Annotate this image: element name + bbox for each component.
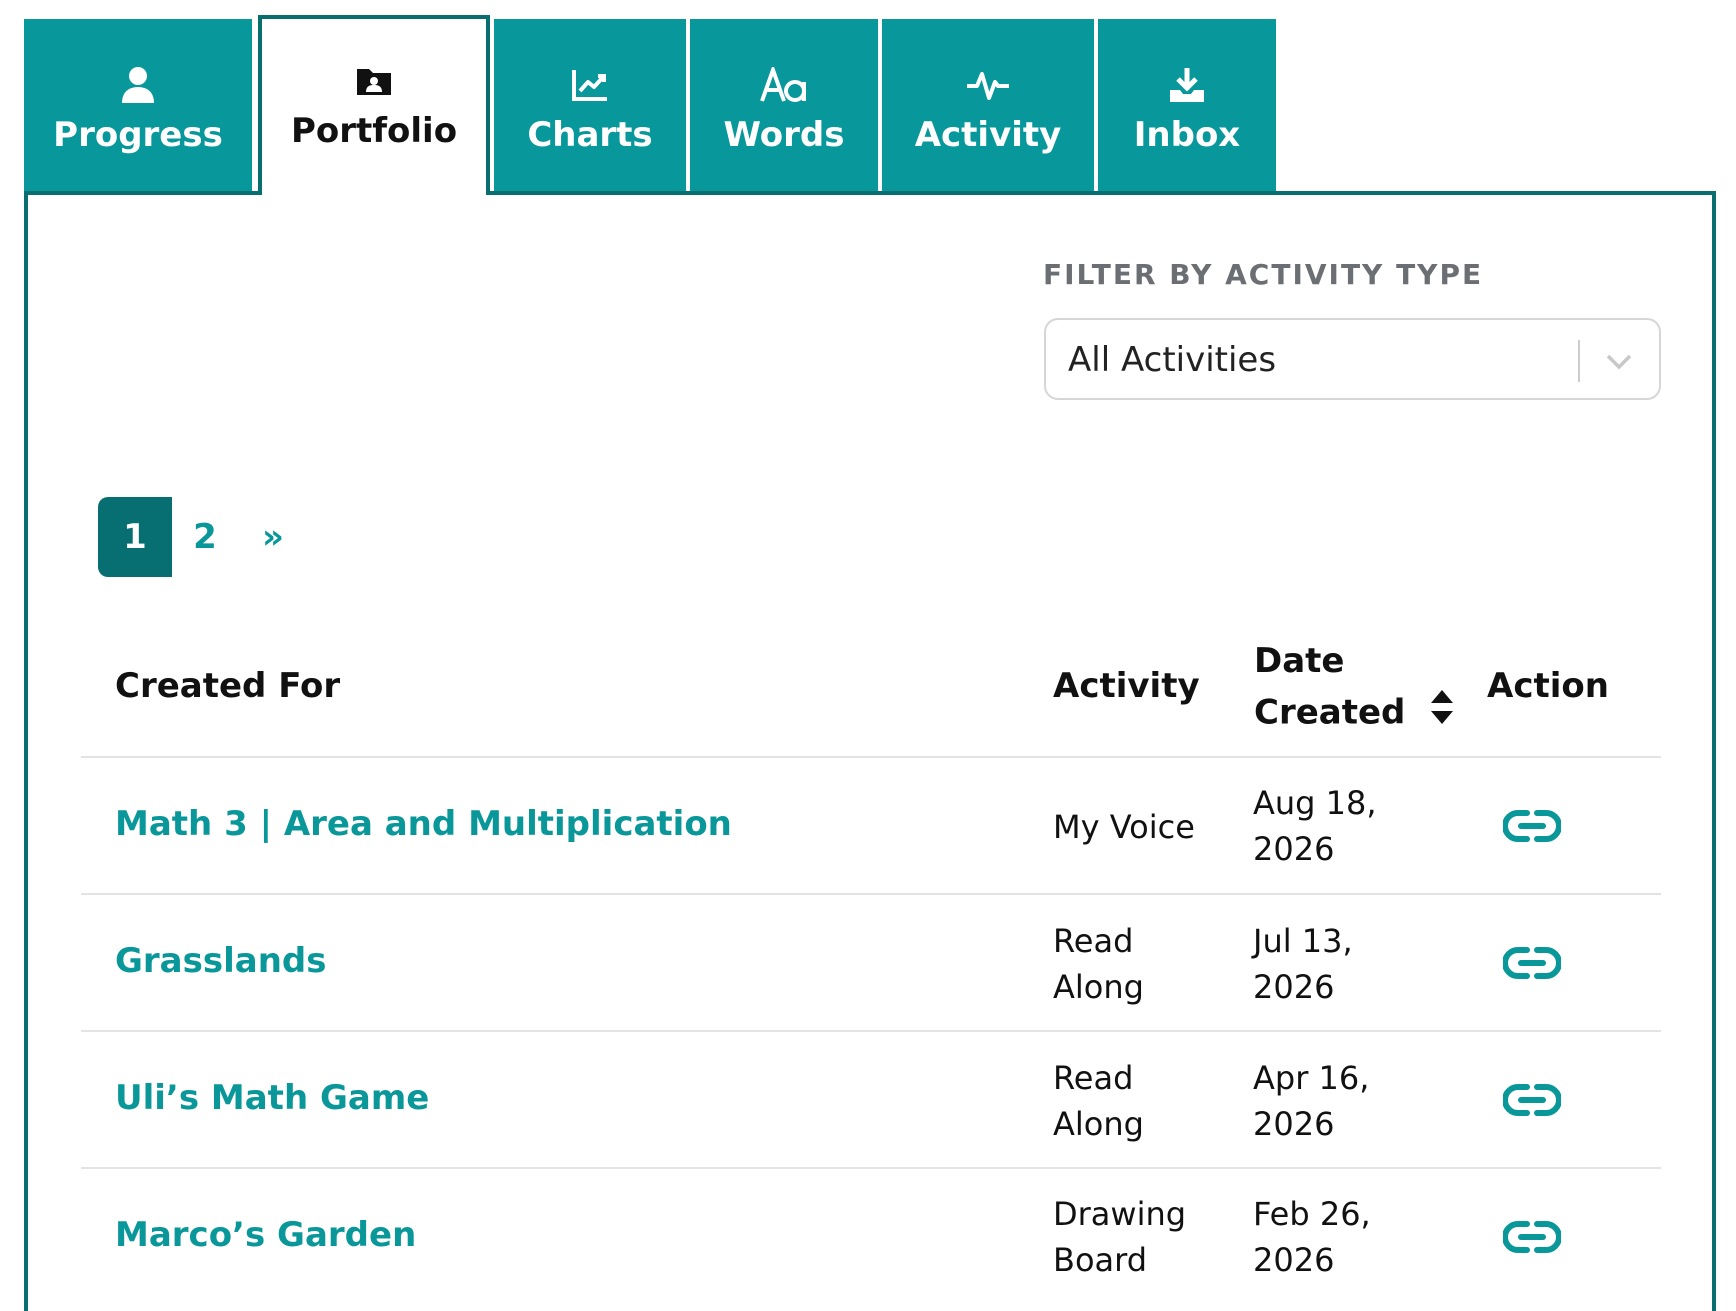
header-date-created[interactable]: Date Created xyxy=(1254,636,1455,742)
row-4-activity: Drawing Board xyxy=(1053,1191,1186,1283)
sort-icon xyxy=(1429,686,1455,742)
row-2-activity-line1: Read xyxy=(1053,922,1134,960)
row-1-activity: My Voice xyxy=(1053,808,1195,846)
row-3-activity-line2: Along xyxy=(1053,1105,1144,1143)
row-3-link-icon[interactable] xyxy=(1502,1082,1562,1122)
row-4-activity-line2: Board xyxy=(1053,1241,1148,1279)
row-4-activity-line1: Drawing xyxy=(1053,1195,1187,1233)
row-1-link-icon[interactable] xyxy=(1502,808,1562,848)
row-2-activity: Read Along xyxy=(1053,918,1144,1010)
tab-label: Charts xyxy=(527,115,653,155)
row-1-date-line1: Aug 18, xyxy=(1253,784,1377,822)
row-3-created-for-link[interactable]: Uli’s Math Game xyxy=(115,1078,429,1118)
folder-user-icon xyxy=(355,61,393,101)
header-date-line2-wrap: Created xyxy=(1254,686,1455,742)
header-divider xyxy=(81,756,1661,758)
page-1[interactable]: 1 xyxy=(98,497,172,577)
row-4-date: Feb 26, 2026 xyxy=(1253,1191,1371,1283)
row-4-link-icon[interactable] xyxy=(1502,1219,1562,1259)
header-date-line2: Created xyxy=(1254,692,1406,733)
row-4-date-line1: Feb 26, xyxy=(1253,1195,1371,1233)
header-date-line1: Date xyxy=(1254,641,1345,681)
row-divider xyxy=(81,1030,1661,1032)
tab-activity[interactable]: Activity xyxy=(882,19,1094,195)
row-2-link-icon[interactable] xyxy=(1502,945,1562,985)
header-activity: Activity xyxy=(1053,666,1200,706)
tab-portfolio[interactable]: Portfolio xyxy=(258,15,490,195)
row-3-activity-line1: Read xyxy=(1053,1059,1134,1097)
text-aa-icon xyxy=(759,65,809,105)
activity-type-select[interactable]: All Activities xyxy=(1044,318,1661,400)
row-4-date-line2: 2026 xyxy=(1253,1241,1335,1279)
row-divider xyxy=(81,1167,1661,1169)
row-3-date-line2: 2026 xyxy=(1253,1105,1335,1143)
row-4-created-for-link[interactable]: Marco’s Garden xyxy=(115,1215,416,1255)
row-1-date-line2: 2026 xyxy=(1253,830,1335,868)
tab-label: Progress xyxy=(53,115,223,155)
tab-label: Activity xyxy=(914,115,1062,155)
tab-label: Inbox xyxy=(1133,115,1241,155)
chevron-down-icon xyxy=(1604,346,1634,380)
tab-words[interactable]: Words xyxy=(690,19,878,195)
row-2-activity-line2: Along xyxy=(1053,968,1144,1006)
page-2[interactable]: 2 xyxy=(172,497,238,577)
row-2-created-for-link[interactable]: Grasslands xyxy=(115,941,326,981)
row-2-date-line1: Jul 13, xyxy=(1253,922,1353,960)
row-1-date: Aug 18, 2026 xyxy=(1253,780,1377,872)
select-separator xyxy=(1578,340,1580,382)
header-action: Action xyxy=(1487,666,1609,706)
heartbeat-icon xyxy=(965,65,1011,105)
row-1-created-for-link[interactable]: Math 3 | Area and Multiplication xyxy=(115,804,732,844)
tab-label: Words xyxy=(723,115,845,155)
filter-label: FILTER BY ACTIVITY TYPE xyxy=(1043,258,1484,291)
next-page[interactable]: » xyxy=(238,497,308,577)
tab-label: Portfolio xyxy=(290,111,458,151)
download-tray-icon xyxy=(1168,65,1206,105)
select-value: All Activities xyxy=(1068,340,1277,380)
tab-inbox[interactable]: Inbox xyxy=(1098,19,1276,195)
row-2-date: Jul 13, 2026 xyxy=(1253,918,1353,1010)
row-divider xyxy=(81,893,1661,895)
row-3-activity: Read Along xyxy=(1053,1055,1144,1147)
row-3-date-line1: Apr 16, xyxy=(1253,1059,1370,1097)
header-created-for: Created For xyxy=(115,666,341,706)
person-icon xyxy=(121,65,155,105)
row-2-date-line2: 2026 xyxy=(1253,968,1335,1006)
tab-charts[interactable]: Charts xyxy=(494,19,686,195)
chart-line-icon xyxy=(571,65,609,105)
row-3-date: Apr 16, 2026 xyxy=(1253,1055,1369,1147)
tab-progress[interactable]: Progress xyxy=(24,19,252,195)
